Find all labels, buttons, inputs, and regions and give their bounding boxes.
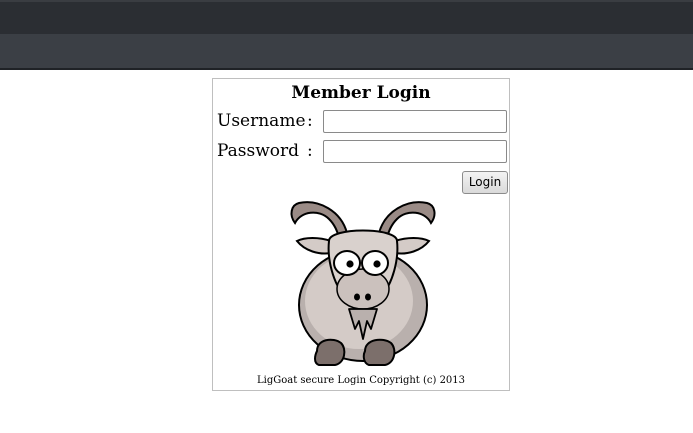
top-bar-edge	[0, 0, 693, 2]
login-title: Member Login	[291, 83, 431, 103]
password-input[interactable]	[323, 140, 507, 163]
top-browser-bar	[0, 0, 693, 34]
login-box: Member Login Username : Password : Login	[212, 78, 510, 391]
username-input[interactable]	[323, 110, 507, 133]
login-button[interactable]: Login	[462, 171, 508, 194]
goat-icon	[290, 201, 436, 366]
username-colon: :	[307, 111, 313, 131]
navigation-bar	[0, 34, 693, 70]
username-label: Username	[217, 111, 306, 131]
password-colon: :	[307, 141, 313, 161]
password-label: Password	[217, 141, 300, 161]
copyright-text: LigGoat secure Login Copyright (c) 2013	[256, 375, 466, 386]
